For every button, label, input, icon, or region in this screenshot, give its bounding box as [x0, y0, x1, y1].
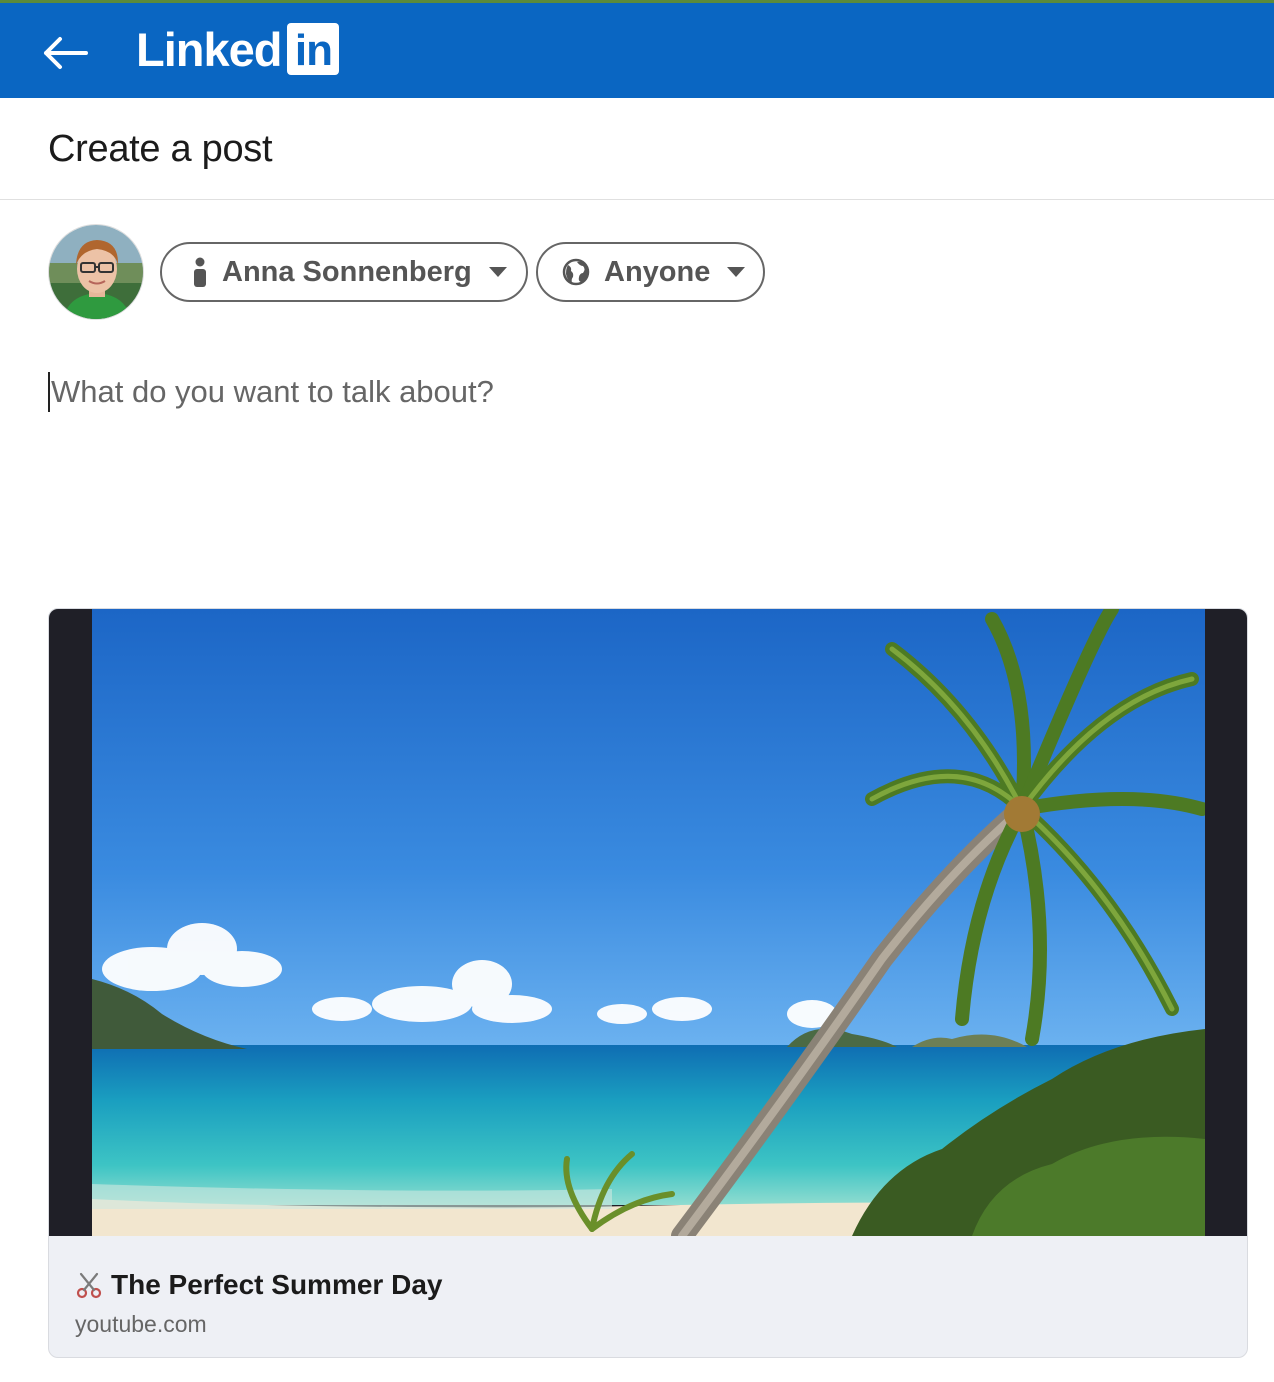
post-header: Create a post: [0, 98, 1274, 200]
caret-down-icon: [488, 267, 507, 277]
post-text-input[interactable]: What do you want to talk about?: [48, 370, 1228, 414]
video-thumbnail[interactable]: [49, 609, 1247, 1236]
author-selector-button[interactable]: Anna Sonnenberg: [160, 242, 528, 302]
author-name: Anna Sonnenberg: [222, 255, 472, 288]
link-preview-source: youtube.com: [75, 1311, 207, 1337]
linkedin-logo[interactable]: Linked in: [136, 21, 340, 77]
globe-icon: [562, 258, 590, 286]
logo-in-badge: in: [287, 23, 340, 75]
link-preview-meta: The Perfect Summer Day youtube.com: [75, 1269, 1215, 1338]
avatar: [48, 224, 144, 320]
link-preview-card[interactable]: The Perfect Summer Day youtube.com: [48, 608, 1248, 1358]
post-placeholder: What do you want to talk about?: [51, 374, 494, 409]
scissors-icon: [76, 1272, 102, 1299]
logo-wordmark: Linked: [136, 22, 282, 76]
link-preview-title: The Perfect Summer Day: [111, 1269, 443, 1300]
back-arrow-icon[interactable]: [36, 27, 92, 79]
text-cursor: [48, 372, 50, 412]
link-preview-title-row: The Perfect Summer Day: [75, 1269, 1215, 1301]
page-title: Create a post: [48, 128, 273, 170]
person-icon: [194, 257, 206, 287]
top-nav-bar: Linked in: [0, 0, 1274, 98]
caret-down-icon: [727, 267, 746, 277]
visibility-selector-button[interactable]: Anyone: [536, 242, 765, 302]
visibility-label: Anyone: [604, 255, 711, 288]
